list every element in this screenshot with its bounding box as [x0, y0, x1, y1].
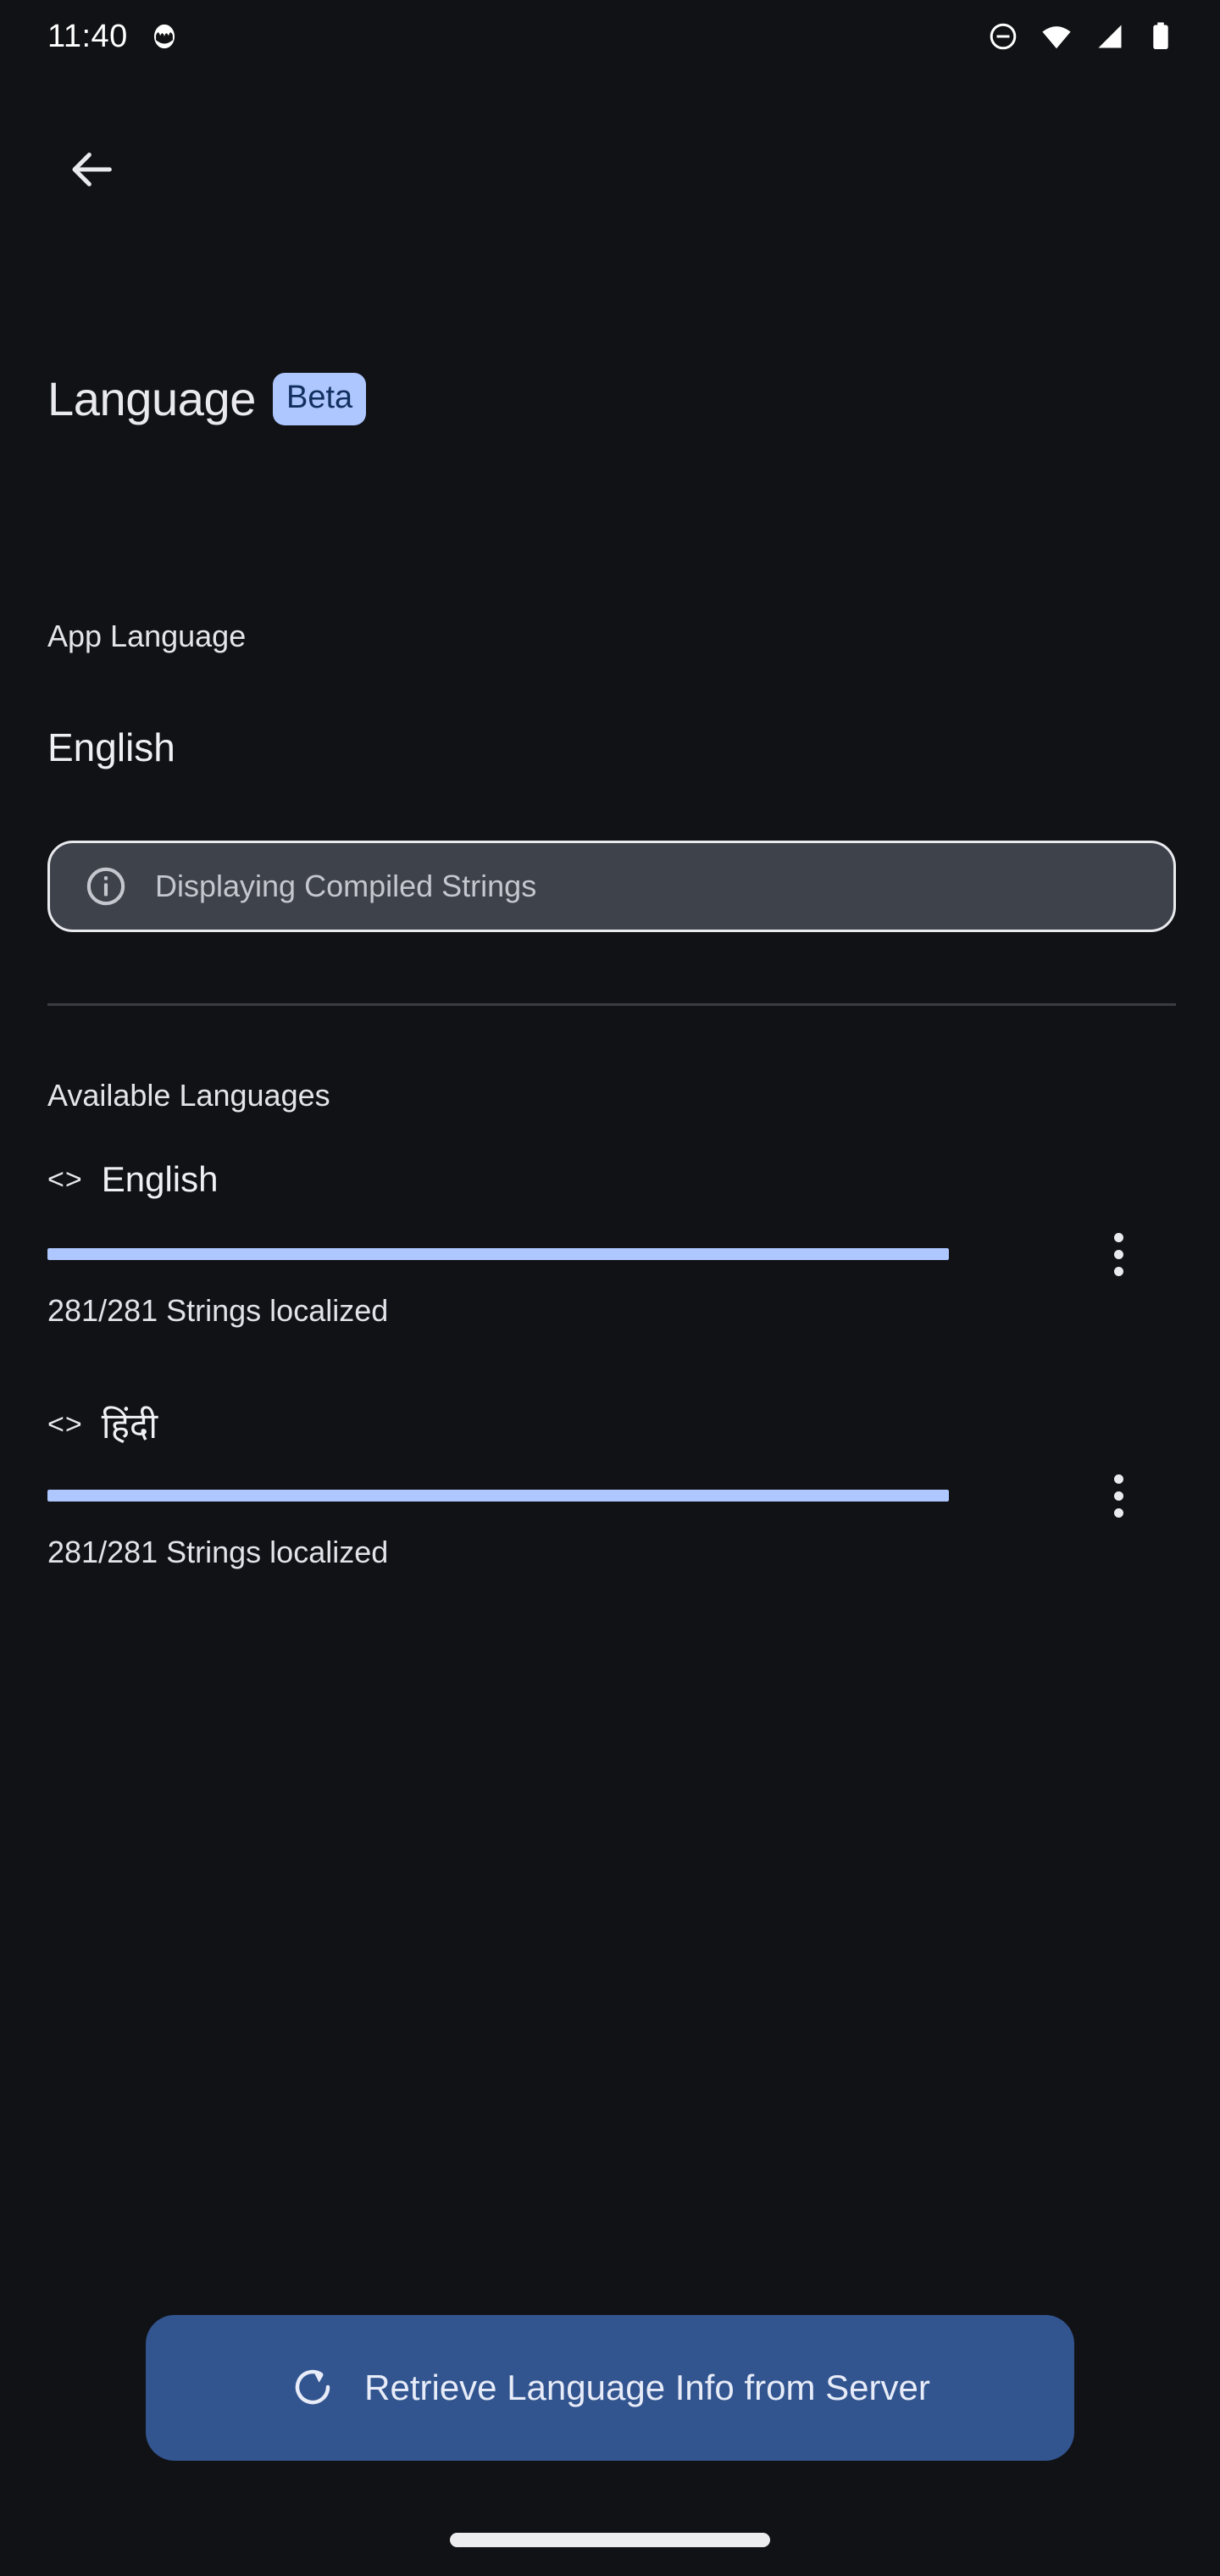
home-gesture-bar[interactable] [450, 2533, 770, 2547]
retrieve-language-info-button[interactable]: Retrieve Language Info from Server [146, 2315, 1074, 2461]
status-bar-left: 11:40 [47, 19, 179, 55]
localization-progress-fill [47, 1490, 949, 1502]
strings-localized-label: 281/281 Strings localized [47, 1293, 389, 1328]
do-not-disturb-icon [988, 21, 1018, 52]
language-settings-screen: 11:40 Language Beta App Language English… [0, 0, 1220, 2576]
page-title: Language [47, 372, 256, 425]
section-divider [47, 1003, 1176, 1006]
dot [1113, 1507, 1123, 1518]
compiled-strings-label: Displaying Compiled Strings [155, 869, 537, 903]
cellular-signal-icon [1095, 21, 1125, 52]
language-name-row: <> English [47, 1159, 218, 1200]
localization-progress-bar [47, 1490, 949, 1502]
app-language-label: App Language [47, 619, 247, 653]
code-brackets-icon: <> [47, 1408, 83, 1441]
language-name: हिंदी [101, 1406, 158, 1446]
back-arrow-icon [64, 142, 119, 201]
info-icon [84, 864, 128, 908]
dot [1113, 1232, 1123, 1242]
compiled-strings-banner[interactable]: Displaying Compiled Strings [47, 841, 1176, 932]
localization-progress-fill [47, 1248, 949, 1260]
dot [1113, 1491, 1123, 1501]
dot [1113, 1474, 1123, 1484]
language-name-row: <> हिंदी [47, 1401, 158, 1449]
retrieve-language-info-label: Retrieve Language Info from Server [364, 2368, 930, 2407]
more-vertical-icon[interactable] [1087, 1464, 1150, 1527]
available-languages-label: Available Languages [47, 1078, 330, 1113]
dot [1113, 1249, 1123, 1259]
list-item[interactable]: <> हिंदी 281/281 Strings localized [0, 1401, 1220, 1642]
status-bar-right [988, 20, 1174, 53]
status-bar-clock: 11:40 [47, 18, 128, 54]
more-vertical-icon[interactable] [1087, 1223, 1150, 1285]
code-brackets-icon: <> [47, 1163, 83, 1196]
list-item[interactable]: <> English 281/281 Strings localized [0, 1159, 1220, 1401]
app-notification-icon [150, 22, 179, 51]
available-languages-list: <> English 281/281 Strings localized <> … [0, 1159, 1220, 1642]
dot [1113, 1266, 1123, 1276]
wifi-icon [1040, 20, 1073, 53]
strings-localized-label: 281/281 Strings localized [47, 1535, 389, 1569]
beta-badge: Beta [272, 373, 367, 425]
localization-progress-bar [47, 1248, 949, 1260]
status-bar: 11:40 [0, 0, 1220, 73]
refresh-icon [290, 2364, 336, 2412]
app-language-value[interactable]: English [47, 724, 175, 770]
back-button[interactable] [46, 125, 137, 217]
page-title-row: Language Beta [47, 372, 367, 425]
battery-icon [1147, 21, 1174, 52]
language-name: English [101, 1159, 219, 1199]
